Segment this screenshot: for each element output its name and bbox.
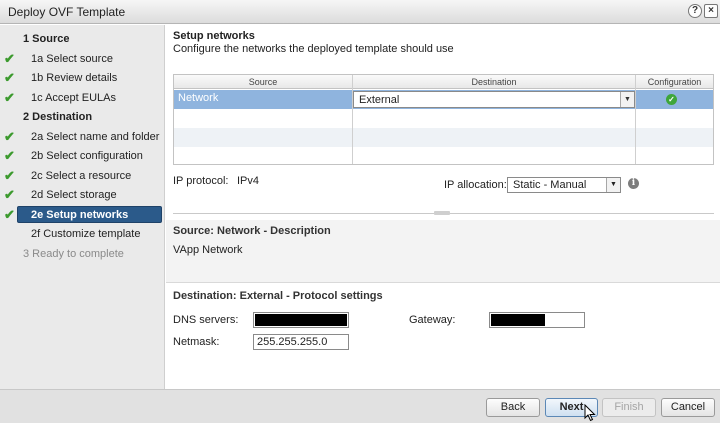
step-1a-select-source[interactable]: ✔ 1a Select source <box>0 49 165 69</box>
page-title: Setup networks <box>173 30 255 42</box>
wizard-footer: Back Next Finish Cancel <box>0 389 720 423</box>
ip-allocation-label: IP allocation: <box>444 179 507 191</box>
gateway-input[interactable] <box>489 312 585 328</box>
source-section-title: Source: Network - Description <box>173 225 331 237</box>
details-panel: Source: Network - Description VApp Netwo… <box>166 220 720 389</box>
netmask-input[interactable]: 255.255.255.0 <box>253 334 349 350</box>
netmask-label: Netmask: <box>173 336 220 348</box>
step-label: 2f Customize template <box>31 228 141 240</box>
source-cell: Network <box>178 92 219 104</box>
next-button[interactable]: Next <box>545 398 598 417</box>
column-divider <box>635 75 636 164</box>
page-subtitle: Configure the networks the deployed temp… <box>173 43 454 55</box>
step-2f-customize-template[interactable]: 2f Customize template <box>0 224 165 244</box>
destination-section-title: Destination: External - Protocol setting… <box>173 290 383 302</box>
check-icon: ✔ <box>4 168 15 183</box>
check-icon: ✔ <box>4 129 15 144</box>
check-icon: ✔ <box>4 70 15 85</box>
step-label: 2b Select configuration <box>31 150 143 162</box>
step-2b-select-configuration[interactable]: ✔ 2b Select configuration <box>0 146 165 166</box>
step-2c-select-resource[interactable]: ✔ 2c Select a resource <box>0 166 165 186</box>
table-row-empty <box>174 128 713 147</box>
window-title: Deploy OVF Template <box>8 5 126 19</box>
gateway-label: Gateway: <box>409 314 456 326</box>
table-row-empty <box>174 147 713 164</box>
step-2e-setup-networks[interactable]: ✔ 2e Setup networks <box>0 205 165 225</box>
step-3-ready-to-complete: 3 Ready to complete <box>0 244 165 264</box>
step-2a-select-name-folder[interactable]: ✔ 2a Select name and folder <box>0 127 165 147</box>
step-1-source: 1 Source <box>0 29 165 49</box>
redacted-value <box>255 314 347 326</box>
finish-button[interactable]: Finish <box>602 398 656 417</box>
step-label: 1 Source <box>23 33 70 45</box>
ip-allocation-value: Static - Manual <box>513 179 587 191</box>
step-2-destination: 2 Destination <box>0 107 165 127</box>
ip-protocol-label: IP protocol: <box>173 175 229 187</box>
close-icon[interactable]: × <box>704 4 718 18</box>
check-icon: ✔ <box>4 148 15 163</box>
step-label: 2d Select storage <box>31 189 117 201</box>
destination-value: External <box>359 94 400 106</box>
config-ok-icon: ✓ <box>666 94 677 105</box>
step-label: 2c Select a resource <box>31 170 132 182</box>
dns-servers-label: DNS servers: <box>173 314 239 326</box>
step-label: 2e Setup networks <box>31 209 129 221</box>
step-label: 2 Destination <box>23 111 93 123</box>
info-icon[interactable]: i <box>628 178 639 189</box>
chevron-down-icon[interactable]: ▼ <box>606 178 620 192</box>
check-icon: ✔ <box>4 207 15 222</box>
step-1c-accept-eulas[interactable]: ✔ 1c Accept EULAs <box>0 88 165 108</box>
chevron-down-icon[interactable]: ▼ <box>620 92 634 107</box>
step-label: 1b Review details <box>31 72 118 84</box>
step-2d-select-storage[interactable]: ✔ 2d Select storage <box>0 185 165 205</box>
check-icon: ✔ <box>4 187 15 202</box>
redacted-value <box>491 314 545 326</box>
step-label: 2a Select name and folder <box>31 131 160 143</box>
check-icon: ✔ <box>4 51 15 66</box>
column-header-source[interactable]: Source <box>174 75 352 89</box>
column-header-configuration[interactable]: Configuration <box>636 75 713 89</box>
splitter-grip-icon[interactable] <box>434 211 450 215</box>
dns-servers-input[interactable] <box>253 312 349 328</box>
ip-allocation-dropdown[interactable]: Static - Manual ▼ <box>507 177 621 193</box>
step-label: 1c Accept EULAs <box>31 92 116 104</box>
table-row[interactable]: Network External ▼ ✓ <box>174 90 713 109</box>
protocol-settings-panel: Destination: External - Protocol setting… <box>166 282 720 389</box>
ip-protocol-value: IPv4 <box>237 175 260 187</box>
window-titlebar: Deploy OVF Template ? × <box>0 0 720 24</box>
step-label: 1a Select source <box>31 53 113 65</box>
network-mapping-table: Source Destination Configuration Network… <box>173 74 714 165</box>
help-icon[interactable]: ? <box>688 4 702 18</box>
column-divider <box>352 75 353 164</box>
table-row-empty <box>174 109 713 128</box>
back-button[interactable]: Back <box>486 398 540 417</box>
main-content: Setup networks Configure the networks th… <box>166 25 720 389</box>
check-icon: ✔ <box>4 90 15 105</box>
wizard-steps-sidebar: 1 Source ✔ 1a Select source ✔ 1b Review … <box>0 25 165 389</box>
destination-network-dropdown[interactable]: External ▼ <box>353 91 635 108</box>
source-description: VApp Network <box>173 244 243 256</box>
step-label: 3 Ready to complete <box>23 248 124 260</box>
cancel-button[interactable]: Cancel <box>661 398 715 417</box>
step-1b-review-details[interactable]: ✔ 1b Review details <box>0 68 165 88</box>
column-header-destination[interactable]: Destination <box>353 75 635 89</box>
